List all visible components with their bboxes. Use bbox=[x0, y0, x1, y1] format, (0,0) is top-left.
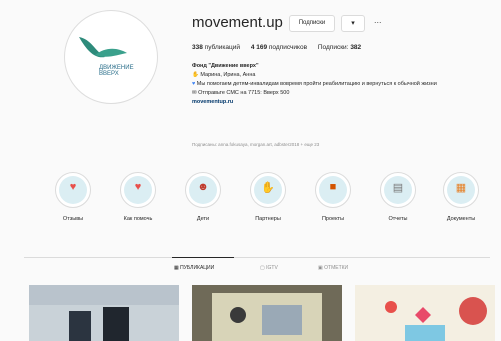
highlight-label: Дети bbox=[196, 216, 210, 222]
highlight-label: Партнеры bbox=[255, 216, 281, 222]
cube-icon: ■ bbox=[329, 181, 337, 193]
post-image bbox=[29, 285, 179, 341]
bio-name: Фонд "Движение вверх" bbox=[192, 63, 259, 69]
following-count[interactable]: Подписки: 382 bbox=[318, 44, 361, 51]
bio-line-1: ✋ Марина, Ирина, Анна bbox=[192, 72, 256, 78]
active-tab-indicator bbox=[172, 257, 234, 258]
followed-by-text[interactable]: Подписаны: anna.fokusaya, morgan.art, ad… bbox=[192, 142, 319, 147]
bio-line-3: ✉ Отправьте СМС на 7715: Вверх 500 bbox=[192, 90, 290, 96]
highlight-label: Отзывы bbox=[62, 216, 84, 222]
highlight-how-to-help[interactable]: ♥ Как помочь bbox=[117, 172, 159, 222]
heart-icon: ♥ bbox=[69, 181, 77, 193]
highlight-partners[interactable]: ✋ Партнеры bbox=[247, 172, 289, 222]
profile-avatar[interactable]: ДВИЖЕНИЕ ВВЕРХ bbox=[64, 10, 158, 104]
tabs-divider bbox=[24, 257, 490, 258]
suggested-dropdown-button[interactable]: ▾ bbox=[341, 15, 365, 32]
followers-count[interactable]: 4 169 подписчиков bbox=[251, 44, 307, 51]
handshake-icon: ✋ bbox=[261, 182, 275, 194]
highlight-label: Документы bbox=[446, 216, 476, 222]
heart-hand-icon: ♥ bbox=[134, 181, 142, 193]
profile-username: movement.up bbox=[192, 14, 283, 31]
posts-count: 338 публикаций bbox=[192, 44, 240, 51]
kids-icon: ☻ bbox=[197, 181, 209, 193]
tab-posts[interactable]: ▦ ПУБЛИКАЦИИ bbox=[174, 265, 214, 271]
logo-text: ДВИЖЕНИЕ ВВЕРХ bbox=[99, 65, 134, 77]
logo-line-2: ВВЕРХ bbox=[99, 71, 119, 77]
post-thumbnail[interactable] bbox=[192, 285, 342, 341]
highlight-kids[interactable]: ☻ Дети bbox=[182, 172, 224, 222]
document-icon: ▦ bbox=[455, 182, 467, 194]
highlight-label: Как помочь bbox=[123, 216, 153, 222]
post-thumbnail[interactable] bbox=[355, 285, 495, 341]
tab-tagged[interactable]: ▣ ОТМЕТКИ bbox=[318, 265, 348, 271]
highlight-projects[interactable]: ■ Проекты bbox=[312, 172, 354, 222]
bio-website-link[interactable]: movementup.ru bbox=[192, 98, 492, 107]
highlight-reviews[interactable]: ♥ Отзывы bbox=[52, 172, 94, 222]
bird-logo-icon bbox=[79, 37, 127, 58]
post-image bbox=[355, 285, 495, 341]
highlight-reports[interactable]: ▤ Отчеты bbox=[377, 172, 419, 222]
report-icon: ▤ bbox=[392, 182, 404, 194]
profile-bio: Фонд "Движение вверх" ✋ Марина, Ирина, А… bbox=[192, 62, 492, 107]
post-image bbox=[192, 285, 342, 341]
tab-igtv[interactable]: ▢ IGTV bbox=[260, 265, 278, 271]
more-options-icon[interactable]: ... bbox=[374, 15, 382, 25]
bio-line-2: ♥ Мы помогаем детям-инвалидам вовремя пр… bbox=[192, 81, 437, 87]
profile-stats: 338 публикаций 4 169 подписчиков Подписк… bbox=[192, 44, 361, 51]
highlight-label: Отчеты bbox=[388, 216, 408, 222]
highlight-documents[interactable]: ▦ Документы bbox=[440, 172, 482, 222]
post-thumbnail[interactable] bbox=[29, 285, 179, 341]
following-button[interactable]: Подписки bbox=[289, 15, 335, 32]
highlight-label: Проекты bbox=[321, 216, 345, 222]
